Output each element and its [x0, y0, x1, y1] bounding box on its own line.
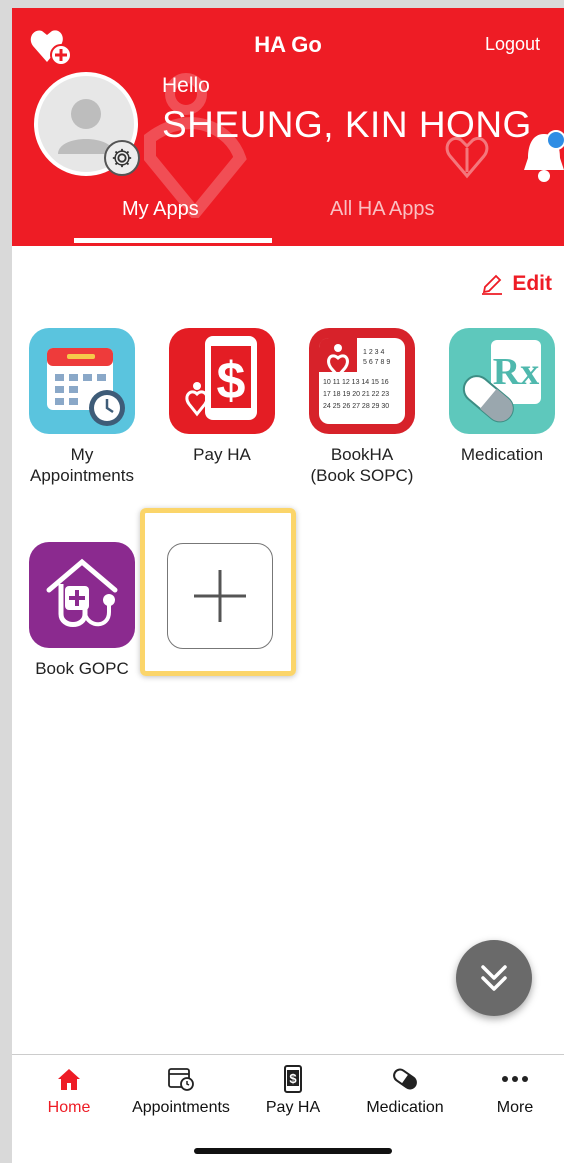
app-book-gopc[interactable]: Book GOPC: [16, 542, 148, 679]
app-medication[interactable]: Rx Medication: [436, 328, 564, 465]
tabbar-pay-ha[interactable]: $ Pay HA: [238, 1065, 348, 1117]
svg-text:$: $: [289, 1071, 297, 1086]
tab-all-ha-apps[interactable]: All HA Apps: [330, 198, 435, 221]
tabbar-appointments[interactable]: Appointments: [126, 1065, 236, 1117]
svg-text:5 6 7 8 9: 5 6 7 8 9: [363, 359, 390, 366]
calendar-clock-icon: [168, 1068, 194, 1091]
svg-text:24 25 26 27 28 29 30: 24 25 26 27 28 29 30: [323, 403, 389, 410]
app-label: Book GOPC: [35, 659, 129, 678]
app-title: HA Go: [254, 32, 322, 57]
greeting-text: Hello: [162, 74, 210, 97]
edit-button[interactable]: Edit: [480, 272, 552, 296]
home-icon: [58, 1069, 80, 1090]
svg-text:Rx: Rx: [493, 351, 539, 393]
pay-ha-icon: $: [169, 328, 275, 434]
logout-button[interactable]: Logout: [485, 34, 540, 55]
tabbar-label: Home: [47, 1099, 91, 1116]
tabbar-label: Appointments: [132, 1099, 230, 1116]
add-app-highlight: [140, 508, 296, 676]
tabbar-home[interactable]: Home: [14, 1065, 124, 1117]
bottom-tab-bar: Home Appointments $ Pay HA Medication Mo…: [12, 1054, 564, 1163]
bookha-calendar-icon: 1 2 3 4 5 6 7 8 9 10 11 12 13 14 15 16 1…: [309, 328, 415, 434]
double-chevron-down-icon: [481, 965, 507, 991]
tabbar-more[interactable]: More: [460, 1065, 564, 1117]
add-app-button[interactable]: [167, 543, 273, 649]
app-label: Medication: [460, 445, 544, 464]
svg-text:$: $: [217, 352, 246, 410]
notification-bell-icon[interactable]: [520, 128, 564, 186]
app-my-appointments[interactable]: My Appointments: [16, 328, 148, 486]
clinic-stethoscope-icon: [29, 542, 135, 648]
plus-icon: [194, 570, 246, 622]
profile-header: HA Go Logout Hello SHEUNG, KIN HONG My A…: [12, 8, 564, 246]
home-indicator: [194, 1148, 392, 1154]
app-label: My Appointments: [30, 445, 134, 485]
app-bookha[interactable]: 1 2 3 4 5 6 7 8 9 10 11 12 13 14 15 16 1…: [296, 328, 428, 486]
tabbar-label: Medication: [366, 1099, 444, 1116]
svg-text:10 11 12 13 14 15 16: 10 11 12 13 14 15 16: [323, 379, 389, 386]
rx-pill-icon: Rx: [449, 328, 555, 434]
pencil-icon: [482, 274, 503, 295]
tabbar-label: More: [496, 1099, 534, 1116]
tabbar-medication[interactable]: Medication: [350, 1065, 460, 1117]
app-label: Pay HA: [193, 445, 251, 464]
calendar-clock-icon: [29, 328, 135, 434]
user-name: SHEUNG, KIN HONG: [162, 104, 532, 145]
app-label: BookHA (Book SOPC): [310, 445, 414, 485]
active-tab-indicator: [74, 238, 272, 243]
scroll-down-button[interactable]: [456, 940, 532, 1016]
pill-icon: [393, 1068, 417, 1090]
svg-text:1 2 3 4: 1 2 3 4: [363, 349, 385, 356]
app-pay-ha[interactable]: $ Pay HA: [156, 328, 288, 465]
phone-dollar-icon: $: [284, 1065, 302, 1093]
tabbar-label: Pay HA: [265, 1099, 321, 1116]
more-dots-icon: [502, 1076, 528, 1082]
svg-text:17 18 19 20 21 22 23: 17 18 19 20 21 22 23: [323, 391, 389, 398]
edit-label: Edit: [512, 272, 552, 295]
gear-icon[interactable]: [104, 140, 140, 176]
phone-screen: HA Go Logout Hello SHEUNG, KIN HONG My A…: [12, 8, 564, 1163]
tab-my-apps[interactable]: My Apps: [122, 198, 199, 221]
